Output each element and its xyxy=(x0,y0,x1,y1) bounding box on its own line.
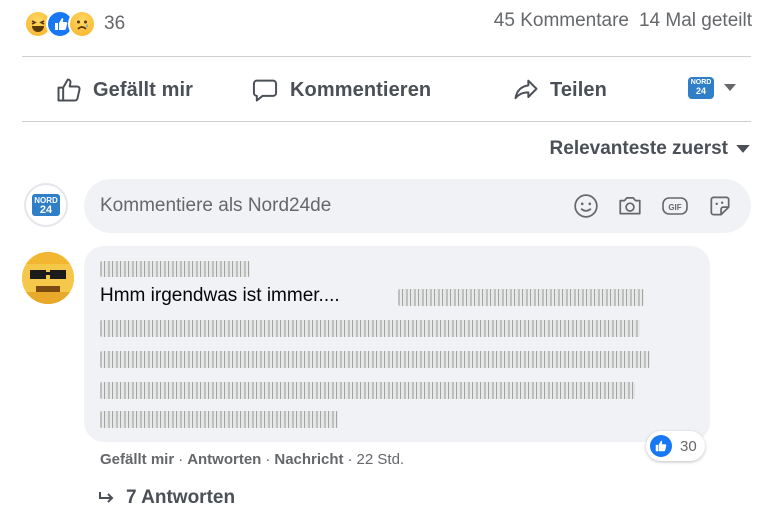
reaction-count[interactable]: 36 xyxy=(104,13,125,35)
share-button-label: Teilen xyxy=(550,78,607,101)
share-count-link[interactable]: 14 Mal geteilt xyxy=(639,10,752,32)
comment-reaction-badge[interactable]: 30 xyxy=(646,431,705,461)
comment-reply-link[interactable]: Antworten xyxy=(187,451,261,468)
share-arrow-icon xyxy=(514,79,538,100)
commenter-avatar[interactable] xyxy=(22,252,74,304)
separator-dot: · xyxy=(178,451,184,468)
comment-like-link[interactable]: Gefällt mir xyxy=(100,451,174,468)
pixelated-avatar-image xyxy=(22,252,74,304)
reactions-summary[interactable]: 36 xyxy=(24,9,125,39)
page-logo-icon: NORD 24 xyxy=(688,77,714,99)
thumbs-up-icon xyxy=(57,78,81,102)
view-replies-button[interactable]: 7 Antworten xyxy=(98,487,235,509)
replies-label: 7 Antworten xyxy=(126,487,236,508)
speech-bubble-icon xyxy=(252,79,278,102)
comment-button-label: Kommentieren xyxy=(290,78,432,101)
sort-label: Relevanteste zuerst xyxy=(549,138,728,159)
composer-tools: GIF xyxy=(573,193,733,219)
sad-reaction-icon xyxy=(68,10,96,38)
comment-input[interactable]: Kommentiere als Nord24de xyxy=(100,195,573,217)
comment-count-link[interactable]: 45 Kommentare xyxy=(494,10,629,32)
caret-down-icon xyxy=(724,84,736,91)
separator-dot: · xyxy=(347,451,353,468)
comment-reaction-count: 30 xyxy=(680,437,697,455)
comment-timestamp[interactable]: 22 Std. xyxy=(357,451,405,468)
share-button[interactable]: Teilen xyxy=(512,72,607,108)
redacted-text-line xyxy=(100,351,650,368)
divider xyxy=(22,56,751,57)
redacted-author-name[interactable] xyxy=(100,261,250,277)
caret-down-icon xyxy=(736,144,750,153)
reply-arrow-icon xyxy=(99,492,114,503)
redacted-text-line xyxy=(100,411,338,428)
post-as-selector[interactable]: NORD 24 xyxy=(688,77,736,99)
sticker-icon[interactable] xyxy=(707,193,733,219)
like-reaction-icon xyxy=(650,435,672,457)
logo-line2: 24 xyxy=(39,204,53,216)
comment-sort-dropdown[interactable]: Relevanteste zuerst xyxy=(550,138,750,160)
svg-text:GIF: GIF xyxy=(668,203,681,212)
comment-message-link[interactable]: Nachricht xyxy=(274,451,343,468)
redacted-text-line xyxy=(100,320,640,337)
comment-text: Hmm irgendwas ist immer.... xyxy=(100,285,340,306)
logo-line2: 24 xyxy=(695,86,706,96)
comment-button[interactable]: Kommentieren xyxy=(250,72,431,108)
gif-icon[interactable]: GIF xyxy=(661,194,689,218)
separator-dot: · xyxy=(265,451,271,468)
camera-icon[interactable] xyxy=(617,193,643,219)
page-logo-icon: NORD 24 xyxy=(32,194,60,216)
like-button-label: Gefällt mir xyxy=(93,78,194,101)
redacted-text-line xyxy=(100,382,635,399)
emoji-icon[interactable] xyxy=(573,193,599,219)
redacted-text-line xyxy=(398,289,644,306)
post-stats: 45 Kommentare 14 Mal geteilt xyxy=(494,10,752,32)
comment-composer[interactable]: Kommentiere als Nord24de GIF xyxy=(84,179,751,233)
divider xyxy=(22,121,751,122)
like-button[interactable]: Gefällt mir xyxy=(55,72,193,108)
page-avatar[interactable]: NORD 24 xyxy=(24,183,68,227)
comment-actions: Gefällt mir · Antworten · Nachricht · 22… xyxy=(100,451,404,468)
